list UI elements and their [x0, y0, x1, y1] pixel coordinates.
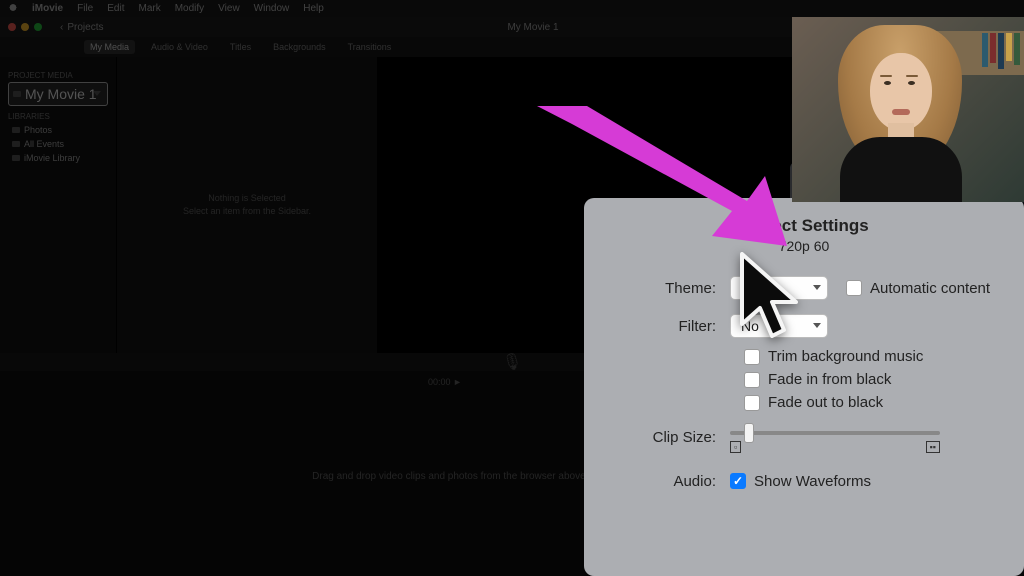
filter-value: No: [741, 318, 759, 334]
media-browser: Nothing is Selected Select an item from …: [116, 57, 378, 353]
clip-small-icon: ▫: [730, 441, 741, 453]
popover-title: Project Settings: [602, 216, 1006, 236]
checkbox-checked-icon: ✓: [730, 473, 746, 489]
popover-subtitle: 720p 60: [602, 238, 1006, 254]
tab-transitions[interactable]: Transitions: [342, 40, 398, 54]
filter-label: Filter:: [602, 318, 730, 335]
checkbox-icon: [744, 395, 760, 411]
sidebar-item-label: My Movie 1: [25, 86, 97, 102]
projects-link[interactable]: Projects: [67, 22, 103, 33]
menu-help[interactable]: Help: [303, 3, 324, 14]
clip-large-icon: ▪▪: [926, 441, 940, 453]
timecode: 00:00 ►: [428, 377, 462, 387]
window-title: My Movie 1: [507, 22, 558, 33]
checkbox-icon: [846, 280, 862, 296]
fade-out-checkbox[interactable]: Fade out to black: [744, 394, 1006, 411]
project-icon: [13, 91, 21, 97]
filter-select[interactable]: No: [730, 314, 828, 338]
tab-titles[interactable]: Titles: [224, 40, 257, 54]
sidebar-item-all-events[interactable]: All Events: [8, 137, 108, 151]
audio-label: Audio:: [602, 473, 730, 490]
fade-in-label: Fade in from black: [768, 371, 891, 388]
voiceover-icon[interactable]: 🎙: [502, 352, 522, 372]
automatic-content-label: Automatic content: [870, 280, 990, 297]
project-settings-popover: Project Settings 720p 60 Theme: No Th Au…: [584, 198, 1024, 576]
menu-edit[interactable]: Edit: [107, 3, 124, 14]
show-waveforms-label: Show Waveforms: [754, 473, 871, 490]
theme-label: Theme:: [602, 280, 730, 297]
sidebar-item-library[interactable]: iMovie Library: [8, 151, 108, 165]
clip-size-slider[interactable]: [730, 431, 940, 435]
library-icon: [12, 155, 20, 161]
fade-out-label: Fade out to black: [768, 394, 883, 411]
show-waveforms-checkbox[interactable]: ✓ Show Waveforms: [730, 473, 871, 490]
back-chevron-icon[interactable]: ‹: [60, 22, 63, 33]
menu-view[interactable]: View: [218, 3, 240, 14]
browser-empty-title: Nothing is Selected: [183, 192, 311, 205]
checkbox-icon: [744, 372, 760, 388]
trim-music-checkbox[interactable]: Trim background music: [744, 348, 1006, 365]
apple-icon: [8, 4, 18, 14]
sidebar-heading-project: PROJECT MEDIA: [8, 71, 108, 80]
theme-select[interactable]: No Th: [730, 276, 828, 300]
fade-in-checkbox[interactable]: Fade in from black: [744, 371, 1006, 388]
presenter-webcam: [792, 17, 1024, 202]
sidebar-heading-libraries: LIBRARIES: [8, 112, 108, 121]
events-icon: [12, 141, 20, 147]
menu-modify[interactable]: Modify: [175, 3, 204, 14]
menu-window[interactable]: Window: [254, 3, 290, 14]
minimize-icon[interactable]: [21, 23, 29, 31]
sidebar: PROJECT MEDIA My Movie 1 LIBRARIES Photo…: [0, 57, 116, 353]
clip-size-label: Clip Size:: [602, 429, 730, 446]
menu-file[interactable]: File: [77, 3, 93, 14]
tab-backgrounds[interactable]: Backgrounds: [267, 40, 332, 54]
close-icon[interactable]: [8, 23, 16, 31]
fullscreen-icon[interactable]: [34, 23, 42, 31]
automatic-content-checkbox[interactable]: Automatic content: [846, 280, 990, 297]
tab-audio-video[interactable]: Audio & Video: [145, 40, 214, 54]
sidebar-item-label: Photos: [24, 125, 52, 135]
checkbox-icon: [744, 349, 760, 365]
theme-value: No Th: [741, 280, 779, 296]
sidebar-item-photos[interactable]: Photos: [8, 123, 108, 137]
photos-icon: [12, 127, 20, 133]
tab-my-media[interactable]: My Media: [84, 40, 135, 54]
mac-menubar: iMovie File Edit Mark Modify View Window…: [0, 0, 1024, 17]
sidebar-item-project[interactable]: My Movie 1: [8, 82, 108, 106]
trim-music-label: Trim background music: [768, 348, 923, 365]
menu-mark[interactable]: Mark: [138, 3, 160, 14]
sidebar-item-label: All Events: [24, 139, 64, 149]
sidebar-item-label: iMovie Library: [24, 153, 80, 163]
slider-thumb[interactable]: [744, 423, 754, 443]
browser-empty-sub: Select an item from the Sidebar.: [183, 205, 311, 218]
menubar-app[interactable]: iMovie: [32, 3, 63, 14]
